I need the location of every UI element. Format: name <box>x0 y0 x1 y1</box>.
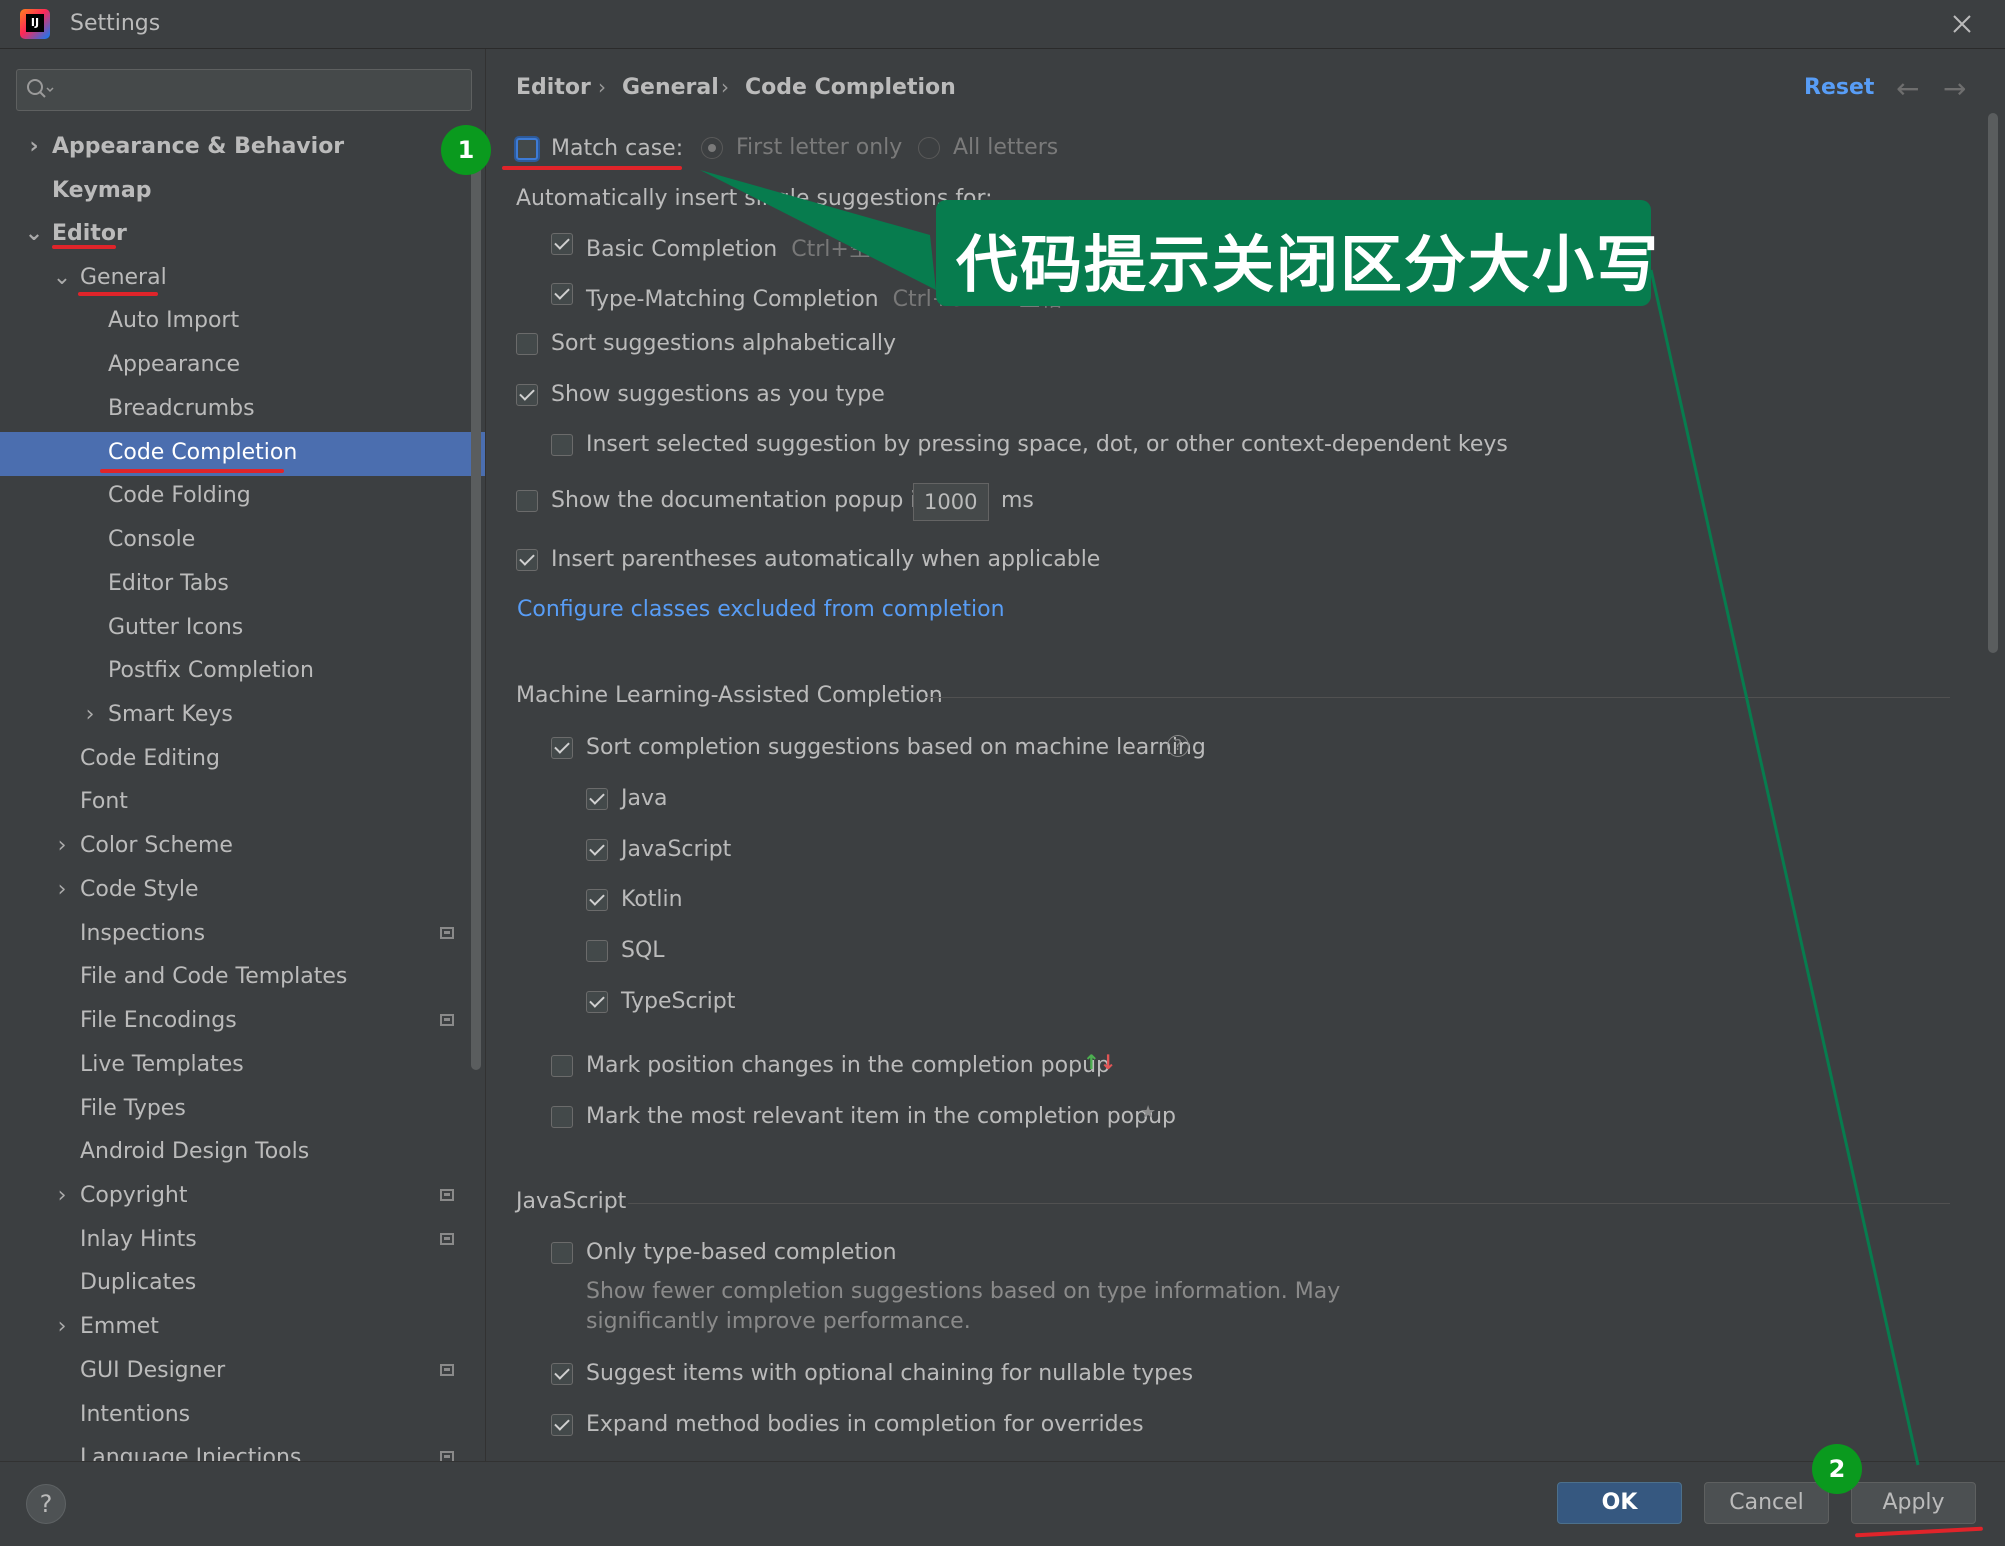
annotation-underline-match-case <box>502 166 682 170</box>
annotation-callout-text: 代码提示关闭区分大小写 <box>956 228 1661 301</box>
annotation-underline-editor <box>52 245 116 249</box>
callout-pointer <box>700 170 936 290</box>
annotation-step-2-badge: 2 <box>1812 1444 1862 1494</box>
callout-line-to-apply <box>1649 269 1920 1466</box>
annotation-underline-code-completion <box>100 469 284 473</box>
annotation-step-1-badge: 1 <box>441 125 491 175</box>
annotation-underline-general <box>78 292 158 296</box>
